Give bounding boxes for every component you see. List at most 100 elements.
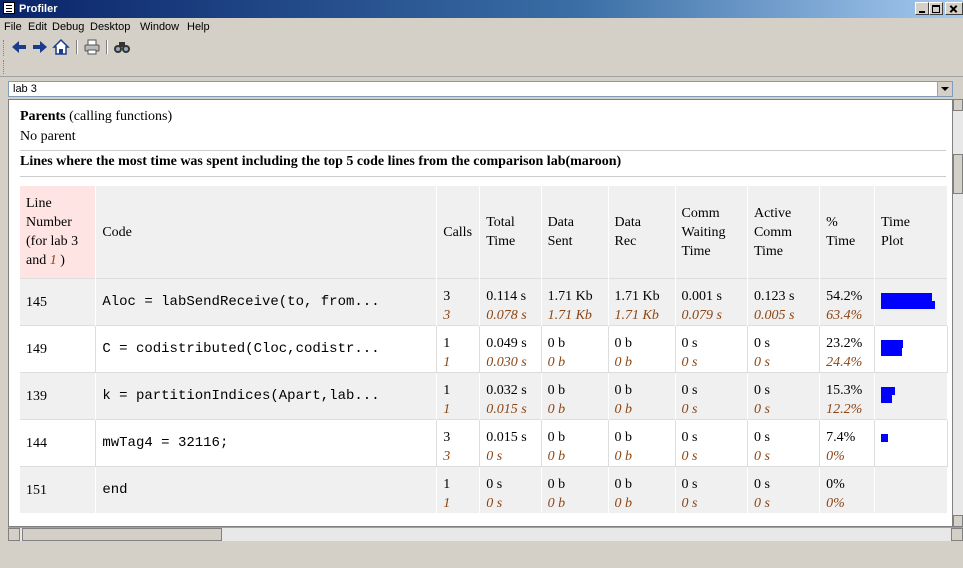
wait-value: 0.001 s: [681, 289, 722, 304]
rec-cell: 0 b0 b: [608, 419, 676, 467]
code-cell[interactable]: k = partitionIndices(Apart,lab...: [95, 372, 438, 420]
wait-cell: 0 s0 s: [675, 325, 748, 373]
rec-comparison-value: 0 b: [614, 449, 633, 464]
wait-value: 0 s: [681, 430, 698, 445]
wait-value: 0 s: [681, 336, 698, 351]
sent-cell: 0 b0 b: [541, 325, 609, 373]
col-active-comm-time[interactable]: Active Comm Time: [747, 186, 821, 279]
active-comparison-value: 0 s: [753, 496, 770, 511]
col-time-plot[interactable]: Time Plot: [874, 186, 949, 279]
line-number-link[interactable]: 151: [20, 466, 97, 513]
wait-comparison-value: 0.079 s: [681, 308, 722, 323]
time-plot-comparison-bar: [880, 395, 892, 403]
calls-value: 3: [443, 430, 451, 445]
rec-comparison-value: 1.71 Kb: [614, 308, 659, 323]
print-icon[interactable]: [83, 38, 101, 56]
sent-cell: 0 b0 b: [541, 372, 609, 420]
table-row[interactable]: 149 C = codistributed(Cloc,codistr... 1 1 0.…: [20, 325, 949, 373]
menu-file[interactable]: File: [4, 21, 22, 33]
scroll-down-button[interactable]: [953, 515, 963, 527]
pct-comparison-value: 0%: [826, 496, 845, 511]
col-data-rec[interactable]: Data Rec: [608, 186, 676, 279]
location-combobox[interactable]: lab 3: [8, 81, 953, 97]
active-comparison-value: 0 s: [753, 355, 770, 370]
time-plot: [880, 428, 941, 458]
sent-value: 0 b: [547, 477, 566, 492]
rec-value: 0 b: [614, 383, 633, 398]
scroll-right-button[interactable]: [951, 528, 963, 541]
time-plot-bar: [880, 387, 895, 395]
location-value: lab 3: [13, 83, 37, 95]
calls-comparison-value: 1: [443, 402, 451, 417]
time-plot-comparison-bar: [880, 301, 935, 309]
col-line-number[interactable]: Line Number (for lab 3 and 1 ): [20, 186, 97, 279]
col-data-sent[interactable]: Data Sent: [541, 186, 609, 279]
col-code[interactable]: Code: [95, 186, 438, 279]
total-comparison-value: 0 s: [486, 496, 503, 511]
pct-value: 23.2%: [826, 336, 863, 351]
time-plot-cell: [874, 325, 949, 373]
col-percent-time[interactable]: % Time: [819, 186, 875, 279]
col-calls[interactable]: Calls: [436, 186, 481, 279]
menu-edit[interactable]: Edit: [28, 21, 47, 33]
rec-value: 0 b: [614, 336, 633, 351]
pct-comparison-value: 12.2%: [826, 402, 863, 417]
time-plot-cell: [874, 372, 949, 420]
total-value: 0.015 s: [486, 430, 527, 445]
horizontal-scroll-thumb[interactable]: [22, 528, 222, 541]
code-cell[interactable]: Aloc = labSendReceive(to, from...: [95, 278, 438, 326]
vertical-scrollbar[interactable]: [953, 99, 963, 527]
forward-arrow-icon[interactable]: [31, 38, 49, 56]
table-row[interactable]: 145 Aloc = labSendReceive(to, from... 3 3 0.…: [20, 278, 949, 326]
line-number-link[interactable]: 149: [20, 325, 97, 373]
col-total-time[interactable]: Total Time: [479, 186, 542, 279]
minimize-button[interactable]: [915, 2, 929, 15]
profiler-app-icon: [3, 2, 15, 14]
sent-value: 0 b: [547, 336, 566, 351]
menu-desktop[interactable]: Desktop: [90, 21, 130, 33]
sent-comparison-value: 1.71 Kb: [547, 308, 592, 323]
close-button[interactable]: [945, 2, 963, 15]
line-number-link[interactable]: 144: [20, 419, 97, 467]
calls-comparison-value: 1: [443, 496, 451, 511]
menu-debug[interactable]: Debug: [52, 21, 84, 33]
horizontal-scrollbar[interactable]: [8, 527, 963, 541]
code-cell[interactable]: C = codistributed(Cloc,codistr...: [95, 325, 438, 373]
active-comparison-value: 0 s: [753, 449, 770, 464]
scroll-left-button[interactable]: [8, 528, 20, 541]
parents-heading: Parents (calling functions): [20, 109, 173, 124]
line-number-link[interactable]: 139: [20, 372, 97, 420]
table-row[interactable]: 144 mwTag4 = 32116; 3 3 0.015 s0 s0 b0 b0 b0…: [20, 419, 949, 467]
sent-cell: 0 b0 b: [541, 419, 609, 467]
table-row[interactable]: 151 end 1 1 0 s0 s0 b0 b0 b0 b0 s0 s0 s0 s 0%…: [20, 466, 949, 513]
chevron-down-icon[interactable]: [937, 82, 952, 96]
active-cell: 0 s0 s: [747, 466, 821, 513]
col-comm-waiting-time[interactable]: Comm Waiting Time: [675, 186, 748, 279]
rec-value: 1.71 Kb: [614, 289, 660, 304]
divider: [20, 176, 946, 177]
time-plot-comparison-bar: [880, 348, 902, 356]
vertical-scroll-thumb[interactable]: [953, 154, 963, 194]
find-icon[interactable]: [113, 38, 131, 56]
total-comparison-value: 0.030 s: [486, 355, 527, 370]
maximize-button[interactable]: [929, 2, 943, 15]
wait-cell: 0 s0 s: [675, 466, 748, 513]
report-pane: Parents (calling functions) No parent Li…: [8, 99, 953, 527]
home-icon[interactable]: [52, 38, 70, 56]
back-arrow-icon[interactable]: [10, 38, 28, 56]
calls-value: 3: [443, 289, 451, 304]
active-value: 0 s: [753, 477, 770, 492]
menu-help[interactable]: Help: [187, 21, 210, 33]
table-header-row: Line Number (for lab 3 and 1 ) Code Call…: [20, 186, 949, 279]
menu-window[interactable]: Window: [140, 21, 179, 33]
code-cell[interactable]: end: [95, 466, 438, 513]
line-number-link[interactable]: 145: [20, 278, 97, 326]
total-cell: 0.015 s 0 s: [479, 419, 542, 467]
time-plot: [881, 475, 941, 505]
code-cell[interactable]: mwTag4 = 32116;: [95, 419, 438, 467]
time-plot: [880, 381, 941, 411]
scroll-up-button[interactable]: [953, 99, 963, 111]
table-row[interactable]: 139 k = partitionIndices(Apart,lab... 1 1 0.…: [20, 372, 949, 420]
wait-value: 0 s: [681, 477, 698, 492]
total-cell: 0.049 s 0.030 s: [479, 325, 542, 373]
